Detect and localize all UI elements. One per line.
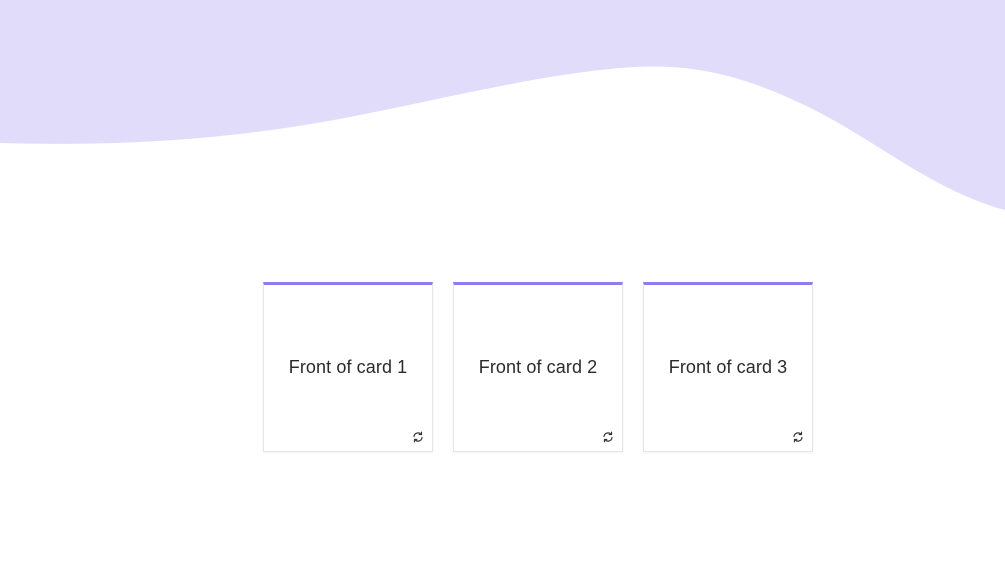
refresh-icon[interactable] — [790, 429, 806, 445]
card-front-text: Front of card 2 — [478, 357, 598, 377]
background-wave — [0, 0, 1005, 210]
card-front-text: Front of card 3 — [668, 357, 788, 377]
refresh-icon[interactable] — [600, 429, 616, 445]
refresh-icon[interactable] — [410, 429, 426, 445]
card-front-text: Front of card 1 — [288, 357, 408, 377]
flip-card-3[interactable]: Front of card 3 — [643, 282, 813, 452]
card-row: Front of card 1 Front of card 2 Front of… — [263, 282, 813, 452]
flip-card-1[interactable]: Front of card 1 — [263, 282, 433, 452]
page: Front of card 1 Front of card 2 Front of… — [0, 0, 1005, 565]
flip-card-2[interactable]: Front of card 2 — [453, 282, 623, 452]
